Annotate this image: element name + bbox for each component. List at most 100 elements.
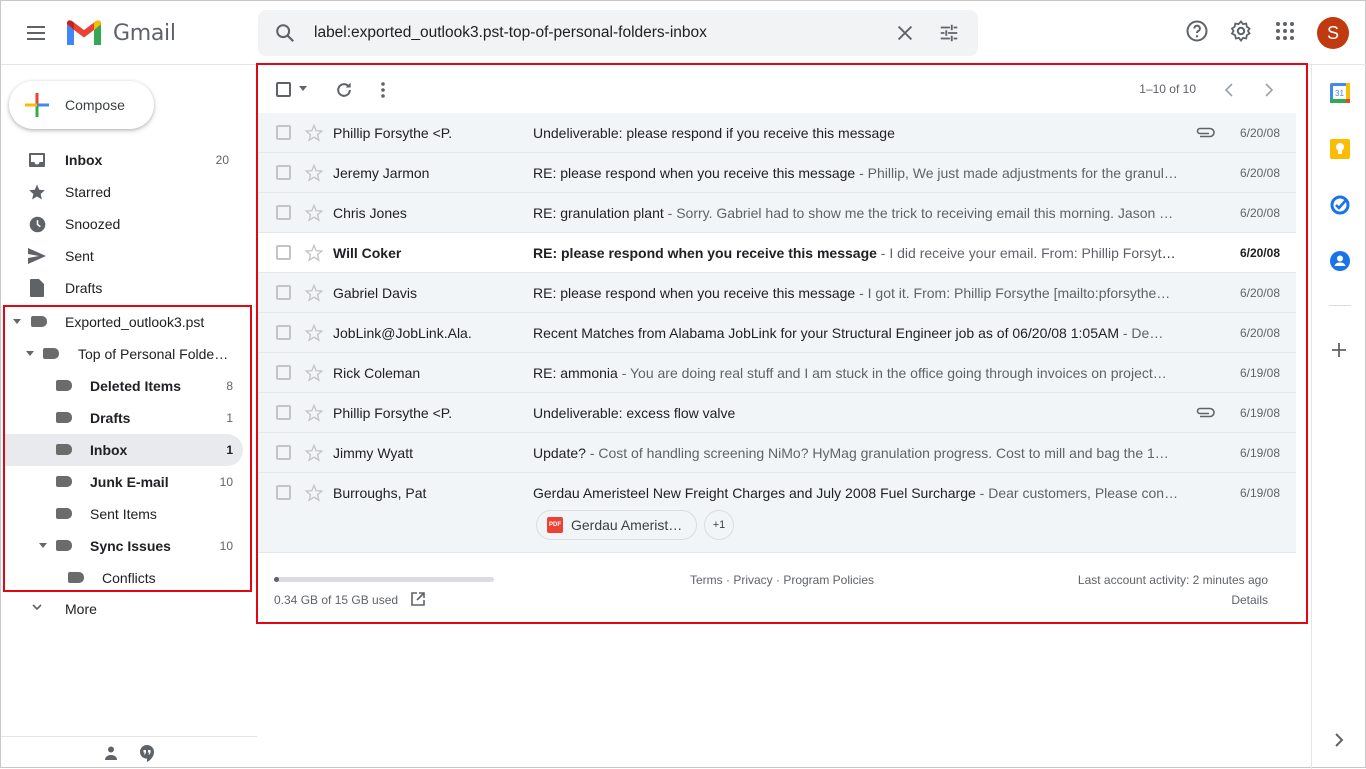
- label-exported-outlook3[interactable]: Exported_outlook3.pst: [5, 306, 243, 338]
- calendar-icon[interactable]: 31: [1330, 83, 1350, 103]
- tasks-icon[interactable]: [1330, 195, 1350, 215]
- expand-side-panel-icon[interactable]: [1334, 733, 1344, 747]
- more-button[interactable]: More: [1, 593, 241, 625]
- label-junk-email[interactable]: Junk E-mail 10: [5, 466, 243, 498]
- label-tag-icon: [31, 316, 47, 327]
- newer-page-icon[interactable]: [1224, 83, 1234, 97]
- row-checkbox[interactable]: [276, 125, 291, 140]
- keep-icon[interactable]: [1330, 139, 1350, 159]
- select-all-checkbox[interactable]: [276, 82, 291, 97]
- older-page-icon[interactable]: [1264, 83, 1274, 97]
- label-sent-items[interactable]: Sent Items: [5, 498, 243, 530]
- help-icon[interactable]: [1185, 19, 1209, 43]
- star-toggle-icon[interactable]: [304, 203, 324, 223]
- email-row[interactable]: Gabriel Davis RE: please respond when you…: [258, 273, 1296, 313]
- label-conflicts[interactable]: Conflicts: [5, 562, 243, 594]
- row-checkbox[interactable]: [276, 445, 291, 460]
- email-date: 6/19/08: [1239, 486, 1280, 500]
- expand-arrow-icon[interactable]: [13, 319, 21, 324]
- row-checkbox[interactable]: [276, 405, 291, 420]
- email-content: RE: please respond when you receive this…: [533, 165, 1183, 181]
- star-toggle-icon[interactable]: [304, 123, 324, 143]
- email-content: RE: please respond when you receive this…: [533, 245, 1183, 261]
- star-toggle-icon[interactable]: [304, 363, 324, 383]
- nav-label: Snoozed: [65, 216, 121, 232]
- label-drafts[interactable]: Drafts 1: [5, 402, 243, 434]
- email-snippet: - You are doing real stuff and I am stuc…: [617, 365, 1167, 381]
- star-toggle-icon[interactable]: [304, 443, 324, 463]
- details-link[interactable]: Details: [1231, 593, 1268, 607]
- email-row[interactable]: Phillip Forsythe <P. Undeliverable: exces…: [258, 393, 1296, 433]
- email-row[interactable]: Jimmy Wyatt Update? - Cost of handling sc…: [258, 433, 1296, 473]
- main-menu-button[interactable]: [21, 19, 49, 47]
- star-toggle-icon[interactable]: [304, 483, 324, 503]
- nav-item-drafts[interactable]: Drafts: [1, 272, 241, 304]
- more-options-icon[interactable]: [380, 81, 386, 99]
- star-toggle-icon[interactable]: [304, 403, 324, 423]
- label-tag-icon: [56, 412, 72, 423]
- label-sync-issues[interactable]: Sync Issues 10: [5, 530, 243, 562]
- gmail-wordmark: Gmail: [113, 20, 176, 46]
- nav-label: Drafts: [65, 280, 103, 296]
- account-avatar[interactable]: S: [1317, 17, 1349, 49]
- terms-link[interactable]: Terms: [690, 573, 723, 587]
- nav-item-inbox[interactable]: Inbox 20: [1, 144, 241, 176]
- compose-button[interactable]: Compose: [9, 81, 154, 129]
- email-row[interactable]: Chris Jones RE: granulation plant - Sorry…: [258, 193, 1296, 233]
- row-checkbox[interactable]: [276, 485, 291, 500]
- attachment-chip[interactable]: PDF Gerdau Amerist…: [536, 510, 698, 540]
- row-checkbox[interactable]: [276, 245, 291, 260]
- row-checkbox[interactable]: [276, 325, 291, 340]
- label-count: 1: [226, 411, 233, 425]
- gmail-logo[interactable]: Gmail: [65, 18, 176, 48]
- star-toggle-icon[interactable]: [304, 243, 324, 263]
- contacts-person-icon[interactable]: [103, 745, 119, 761]
- nav-item-starred[interactable]: Starred: [1, 176, 241, 208]
- open-in-new-icon[interactable]: [410, 591, 426, 607]
- email-snippet: - Sorry. Gabriel had to show me the tric…: [663, 205, 1174, 221]
- search-options-icon[interactable]: [938, 22, 960, 44]
- label-top-of-personal-folders[interactable]: Top of Personal Folde…: [5, 338, 243, 370]
- search-bar: [258, 10, 978, 56]
- email-date: 6/19/08: [1239, 406, 1280, 420]
- nav-item-snoozed[interactable]: Snoozed: [1, 208, 241, 240]
- sidebar-footer: [1, 736, 257, 769]
- add-addon-icon[interactable]: [1330, 341, 1348, 359]
- row-checkbox[interactable]: [276, 365, 291, 380]
- refresh-icon[interactable]: [334, 80, 354, 100]
- settings-icon[interactable]: [1229, 19, 1253, 43]
- row-checkbox[interactable]: [276, 285, 291, 300]
- more-attachments-chip[interactable]: +1: [704, 510, 734, 540]
- send-icon: [28, 248, 46, 264]
- star-toggle-icon[interactable]: [304, 283, 324, 303]
- email-snippet: - Phillip, We just made adjustments for …: [855, 165, 1178, 181]
- email-row[interactable]: Rick Coleman RE: ammonia - You are doing …: [258, 353, 1296, 393]
- star-toggle-icon[interactable]: [304, 163, 324, 183]
- star-toggle-icon[interactable]: [304, 323, 324, 343]
- program-policies-link[interactable]: Program Policies: [783, 573, 874, 587]
- expand-arrow-icon[interactable]: [39, 543, 47, 548]
- nav-item-sent[interactable]: Sent: [1, 240, 241, 272]
- label-inbox[interactable]: Inbox 1: [5, 434, 243, 466]
- hangouts-icon[interactable]: [139, 745, 155, 762]
- privacy-link[interactable]: Privacy: [733, 573, 772, 587]
- email-row[interactable]: Jeremy Jarmon RE: please respond when you…: [258, 153, 1296, 193]
- email-row[interactable]: Phillip Forsythe <P. Undeliverable: pleas…: [258, 113, 1296, 153]
- row-checkbox[interactable]: [276, 165, 291, 180]
- label-count: 1: [226, 443, 233, 457]
- search-input[interactable]: [314, 10, 874, 56]
- email-row[interactable]: Burroughs, Pat Gerdau Ameristeel New Frei…: [258, 473, 1296, 553]
- expand-arrow-icon[interactable]: [26, 351, 34, 356]
- contacts-icon[interactable]: [1330, 251, 1350, 271]
- clear-search-icon[interactable]: [894, 22, 916, 44]
- email-content: Update? - Cost of handling screening NiM…: [533, 445, 1183, 461]
- email-row[interactable]: JobLink@JobLink.Ala. Recent Matches from …: [258, 313, 1296, 353]
- email-content: Gerdau Ameristeel New Freight Charges an…: [533, 485, 1183, 501]
- email-row[interactable]: Will Coker RE: please respond when you re…: [258, 233, 1296, 273]
- label-deleted-items[interactable]: Deleted Items 8: [5, 370, 243, 402]
- apps-icon[interactable]: [1273, 19, 1297, 43]
- row-checkbox[interactable]: [276, 205, 291, 220]
- email-sender: Phillip Forsythe <P.: [333, 125, 453, 141]
- search-icon[interactable]: [274, 22, 296, 44]
- select-dropdown-icon[interactable]: [298, 86, 308, 92]
